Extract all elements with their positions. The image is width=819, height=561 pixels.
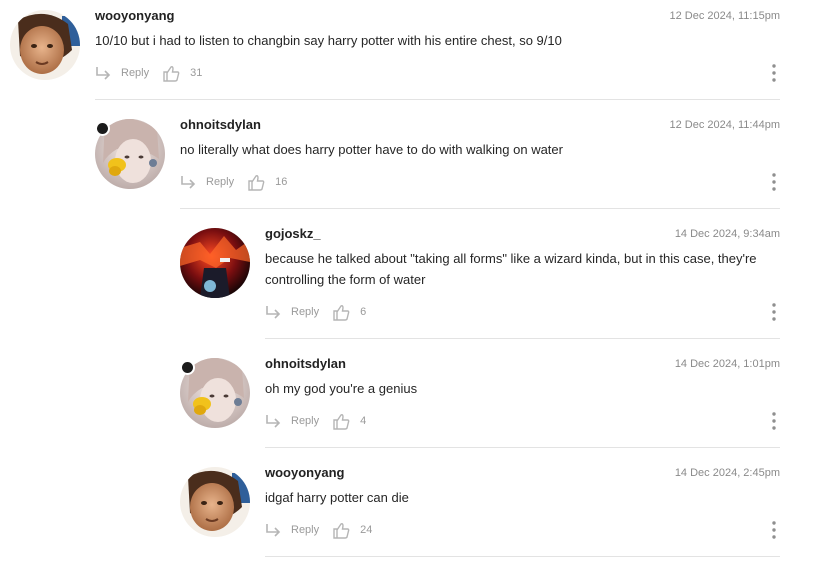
like-count: 16 xyxy=(275,176,288,188)
username[interactable]: wooyonyang xyxy=(265,465,344,480)
comment-actions: Reply 31 xyxy=(95,63,202,83)
comment: ohnoitsdylan 12 Dec 2024, 11:44pm no lit… xyxy=(95,117,780,209)
reply-button[interactable]: Reply xyxy=(291,306,319,318)
divider xyxy=(265,338,780,339)
reply-arrow-icon[interactable] xyxy=(265,522,283,538)
kebab-menu-icon[interactable] xyxy=(772,173,776,191)
divider xyxy=(95,99,780,100)
kebab-menu-icon[interactable] xyxy=(772,412,776,430)
comment-text: idgaf harry potter can die xyxy=(265,490,409,505)
reply-button[interactable]: Reply xyxy=(206,176,234,188)
username[interactable]: gojoskz_ xyxy=(265,226,321,241)
online-indicator xyxy=(180,360,195,375)
comment-body: gojoskz_ 14 Dec 2024, 9:34am because he … xyxy=(265,226,780,339)
comment-body: wooyonyang 12 Dec 2024, 11:15pm 10/10 bu… xyxy=(95,8,780,100)
wooyonyang-avatar xyxy=(10,10,80,80)
reply-button[interactable]: Reply xyxy=(121,67,149,79)
thumbs-up-icon[interactable] xyxy=(163,65,180,82)
divider xyxy=(265,556,780,557)
username[interactable]: ohnoitsdylan xyxy=(265,356,346,371)
reply-button[interactable]: Reply xyxy=(291,524,319,536)
avatar[interactable] xyxy=(180,228,250,298)
username[interactable]: wooyonyang xyxy=(95,8,174,23)
online-indicator xyxy=(95,121,110,136)
comment: ohnoitsdylan 14 Dec 2024, 1:01pm oh my g… xyxy=(180,356,780,448)
timestamp: 12 Dec 2024, 11:15pm xyxy=(669,10,780,22)
reply-arrow-icon[interactable] xyxy=(180,174,198,190)
timestamp: 14 Dec 2024, 9:34am xyxy=(674,228,780,240)
comment-text: no literally what does harry potter have… xyxy=(180,142,563,157)
avatar[interactable] xyxy=(180,467,250,537)
reply-arrow-icon[interactable] xyxy=(265,304,283,320)
thumbs-up-icon[interactable] xyxy=(248,174,265,191)
divider xyxy=(265,447,780,448)
like-count: 24 xyxy=(360,524,373,536)
avatar[interactable] xyxy=(10,10,80,80)
username[interactable]: ohnoitsdylan xyxy=(180,117,261,132)
reply-button[interactable]: Reply xyxy=(291,415,319,427)
comment-text: oh my god you're a genius xyxy=(265,381,418,396)
like-count: 6 xyxy=(360,306,367,318)
comment-text: 10/10 but i had to listen to changbin sa… xyxy=(95,33,562,48)
comment: wooyonyang 14 Dec 2024, 2:45pm idgaf har… xyxy=(180,465,780,557)
comment-text: because he talked about "taking all form… xyxy=(265,251,757,287)
comment-actions: Reply 4 xyxy=(265,411,366,431)
comment-body: ohnoitsdylan 12 Dec 2024, 11:44pm no lit… xyxy=(180,117,780,209)
comment-actions: Reply 16 xyxy=(180,172,287,192)
timestamp: 14 Dec 2024, 1:01pm xyxy=(674,358,780,370)
divider xyxy=(180,208,780,209)
kebab-menu-icon[interactable] xyxy=(772,521,776,539)
comment-actions: Reply 24 xyxy=(265,520,372,540)
comment-body: wooyonyang 14 Dec 2024, 2:45pm idgaf har… xyxy=(265,465,780,557)
kebab-menu-icon[interactable] xyxy=(772,303,776,321)
comment-actions: Reply 6 xyxy=(265,302,366,322)
comment: wooyonyang 12 Dec 2024, 11:15pm 10/10 bu… xyxy=(10,8,780,100)
thumbs-up-icon[interactable] xyxy=(333,522,350,539)
kebab-menu-icon[interactable] xyxy=(772,64,776,82)
timestamp: 12 Dec 2024, 11:44pm xyxy=(669,119,780,131)
reply-arrow-icon[interactable] xyxy=(95,65,113,81)
wooyonyang-avatar xyxy=(180,467,250,537)
gojoskz-avatar xyxy=(180,228,250,298)
reply-arrow-icon[interactable] xyxy=(265,413,283,429)
comment: gojoskz_ 14 Dec 2024, 9:34am because he … xyxy=(180,226,780,339)
timestamp: 14 Dec 2024, 2:45pm xyxy=(674,467,780,479)
like-count: 4 xyxy=(360,415,367,427)
comment-body: ohnoitsdylan 14 Dec 2024, 1:01pm oh my g… xyxy=(265,356,780,448)
thumbs-up-icon[interactable] xyxy=(333,413,350,430)
thumbs-up-icon[interactable] xyxy=(333,304,350,321)
like-count: 31 xyxy=(190,67,203,79)
